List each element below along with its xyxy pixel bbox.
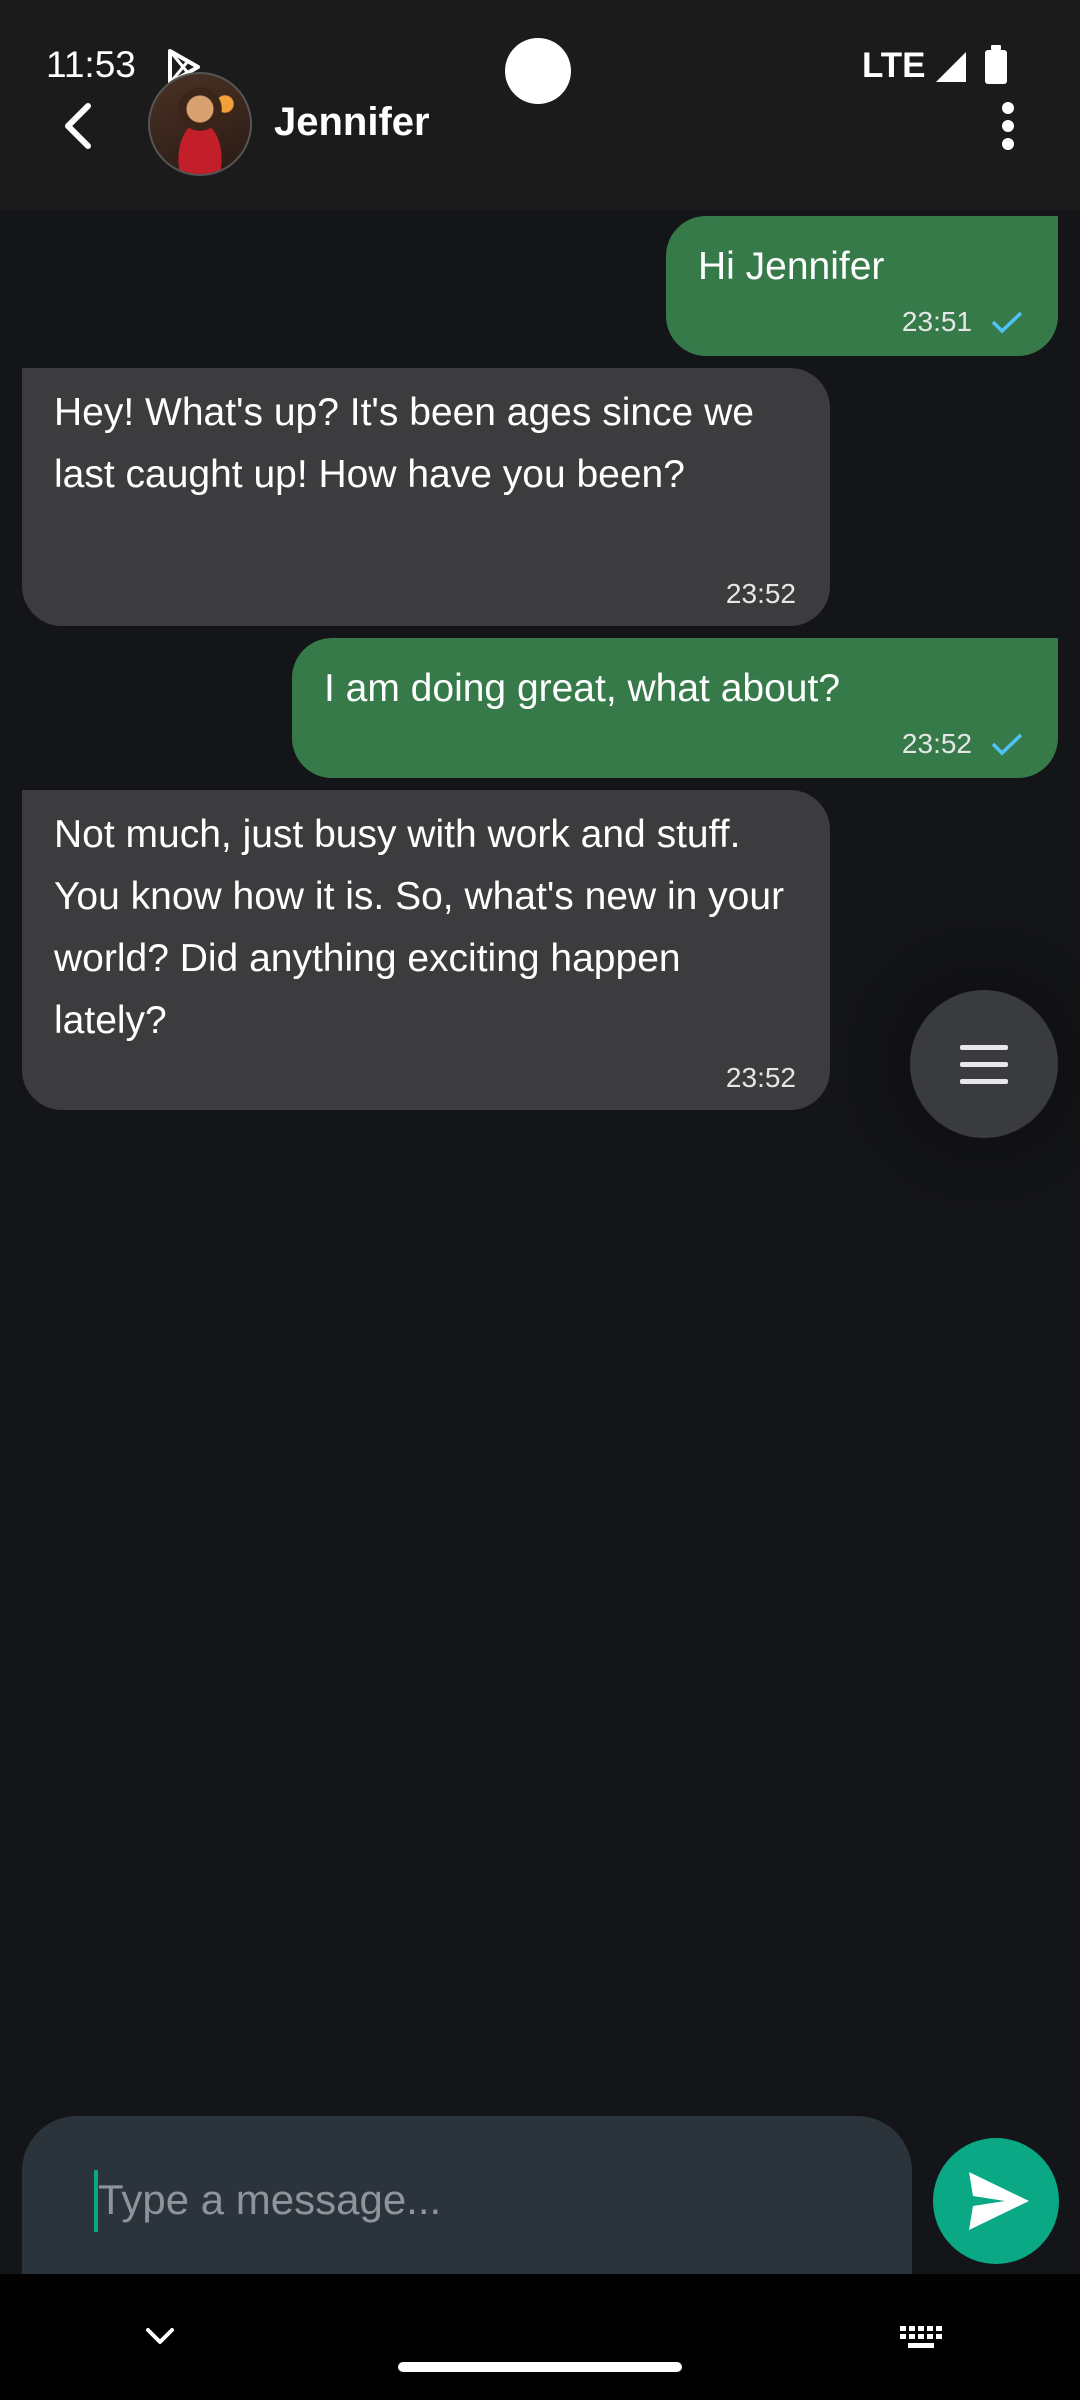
arrow-back-icon[interactable] [50,96,110,156]
message-time: 23:52 [725,1062,796,1093]
more-vert-icon[interactable] [988,98,1028,158]
message-text: Hey! What's up? It's been ages since we … [54,391,754,496]
home-indicator[interactable] [398,2362,682,2372]
message-text: Hi Jennifer [698,245,885,288]
read-check-icon [991,311,1023,334]
camera-cutout [505,38,571,104]
read-check-icon [991,733,1023,756]
send-icon [969,2172,1029,2230]
message-received[interactable]: Hey! What's up? It's been ages since we … [22,368,830,626]
chevron-down-icon[interactable] [142,2322,178,2350]
text-cursor [94,2170,98,2232]
message-received[interactable]: Not much, just busy with work and stuff.… [22,790,830,1110]
menu-icon [960,1045,1008,1050]
message-time: 23:52 [725,578,796,609]
signal-icon [936,52,966,82]
keyboard-icon[interactable] [896,2322,944,2354]
status-time: 11:53 [46,44,136,85]
message-text: Not much, just busy with work and stuff.… [54,813,785,1042]
avatar[interactable] [148,72,252,176]
message-sent[interactable]: Hi Jennifer 23:51 [666,216,1058,356]
message-text: I am doing great, what about? [324,667,841,710]
message-time: 23:52 [901,728,972,759]
message-composer [22,2116,912,2286]
message-sent[interactable]: I am doing great, what about? 23:52 [292,638,1058,778]
battery-icon [985,45,1007,84]
message-time: 23:51 [901,306,972,337]
contact-name[interactable]: Jennifer [274,100,430,145]
menu-button[interactable] [910,990,1058,1138]
message-input[interactable] [96,2164,880,2236]
menu-icon-bar [960,1079,1008,1084]
menu-icon-bar [960,1062,1008,1067]
send-button[interactable] [933,2138,1059,2264]
network-type: LTE [862,46,926,85]
